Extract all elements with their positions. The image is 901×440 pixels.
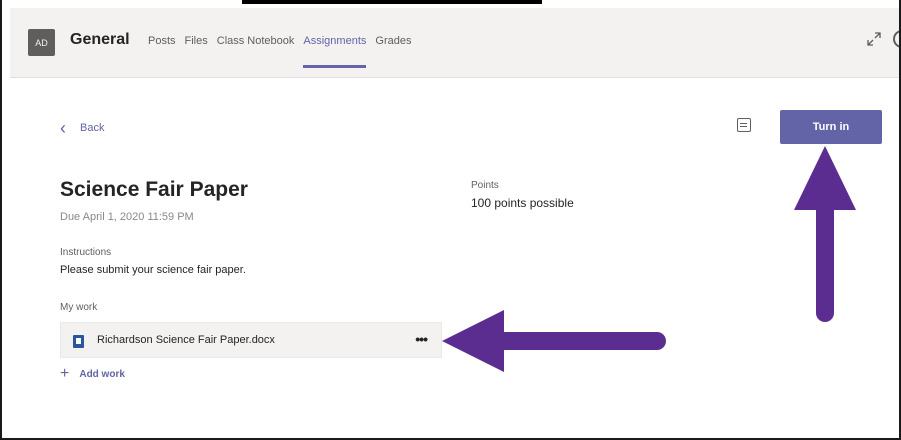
back-chevron-icon: ‹ <box>60 118 66 138</box>
plus-icon: + <box>60 365 70 382</box>
points-value: 100 points possible <box>471 196 574 210</box>
due-date: Due April 1, 2020 11:59 PM <box>60 211 194 223</box>
expand-icon[interactable] <box>867 32 881 46</box>
instructions-label: Instructions <box>60 247 112 258</box>
channel-header: AD General Posts Files Class Notebook As… <box>10 8 899 78</box>
top-strip <box>2 0 899 6</box>
channel-name: General <box>70 31 130 48</box>
refresh-icon[interactable] <box>893 30 899 48</box>
instructions-text: Please submit your science fair paper. <box>60 264 246 276</box>
channel-tabs: Posts Files Class Notebook Assignments G… <box>148 35 411 68</box>
immersive-reader-icon[interactable] <box>737 118 751 132</box>
file-name[interactable]: Richardson Science Fair Paper.docx <box>97 334 275 346</box>
tab-assignments[interactable]: Assignments <box>303 35 366 68</box>
assignment-detail: ‹ Back Science Fair Paper Due April 1, 2… <box>30 86 899 438</box>
add-work-button[interactable]: + Add work <box>60 366 125 382</box>
tab-class-notebook[interactable]: Class Notebook <box>217 35 295 47</box>
team-avatar[interactable]: AD <box>28 29 55 56</box>
window-frame: AD General Posts Files Class Notebook As… <box>0 0 901 440</box>
add-work-label: Add work <box>79 368 125 380</box>
back-label: Back <box>80 122 105 134</box>
more-options-icon[interactable]: ••• <box>415 331 428 347</box>
tab-posts[interactable]: Posts <box>148 35 176 47</box>
attached-file[interactable]: Richardson Science Fair Paper.docx ••• <box>60 322 442 358</box>
tab-files[interactable]: Files <box>185 35 208 47</box>
word-file-icon <box>73 335 84 348</box>
back-link[interactable]: ‹ Back <box>60 119 104 137</box>
tab-grades[interactable]: Grades <box>375 35 411 47</box>
points-label: Points <box>471 180 499 191</box>
assignment-title: Science Fair Paper <box>60 178 248 201</box>
my-work-label: My work <box>60 302 98 313</box>
turn-in-button[interactable]: Turn in <box>780 110 882 144</box>
